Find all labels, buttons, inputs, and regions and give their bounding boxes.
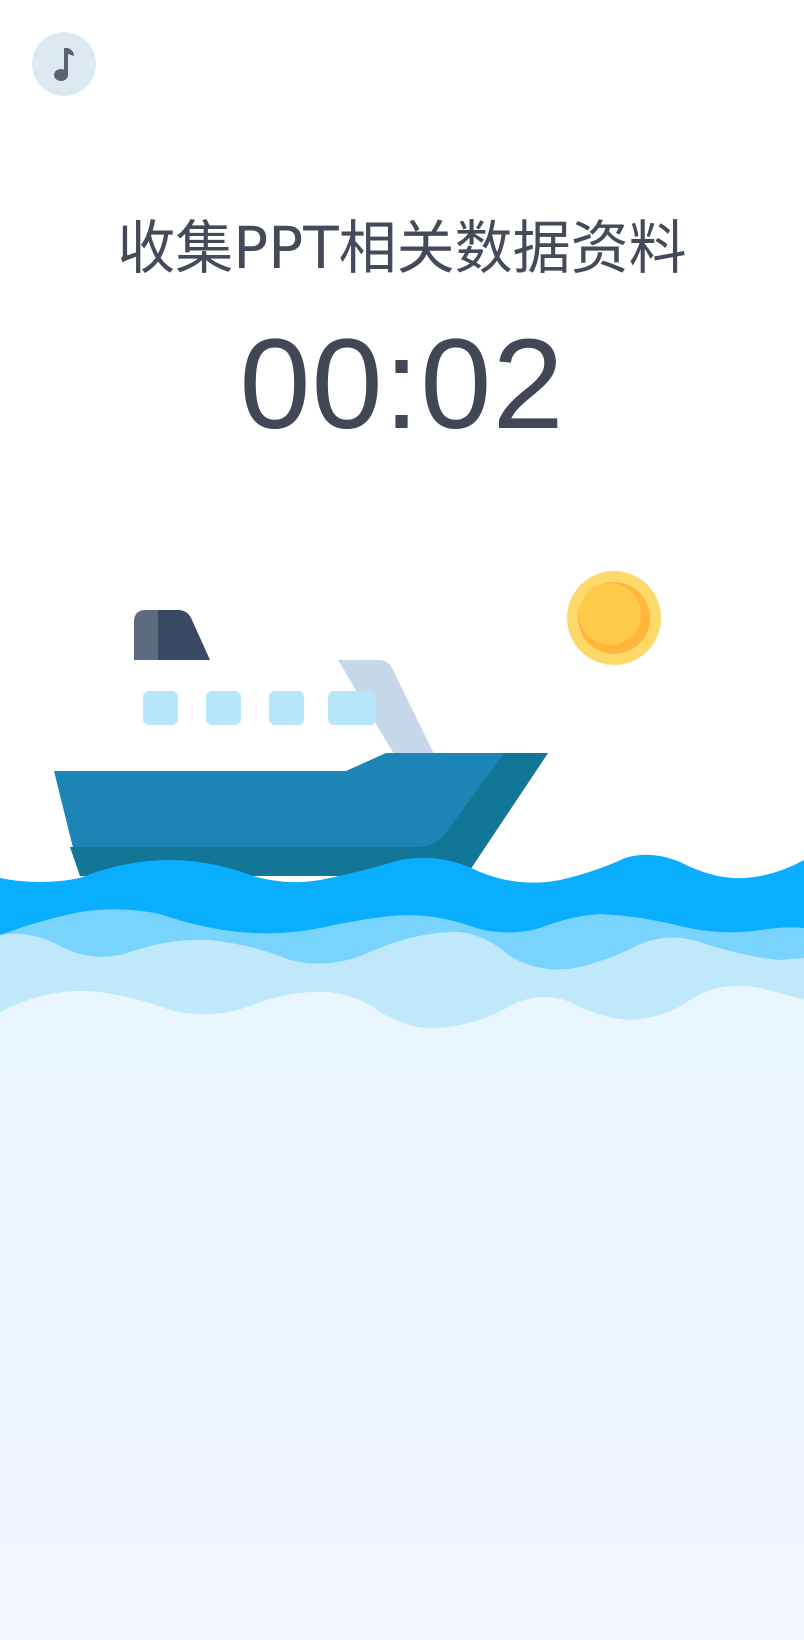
music-toggle-button[interactable] <box>32 32 96 96</box>
music-note-icon <box>54 48 74 81</box>
sun-icon <box>566 570 662 666</box>
waves-icon <box>0 854 804 1080</box>
countdown-timer: 00:02 <box>239 313 565 456</box>
task-title: 收集PPT相关数据资料 <box>117 214 687 282</box>
illustration-scene <box>0 560 804 1080</box>
ship-icon <box>54 610 548 876</box>
